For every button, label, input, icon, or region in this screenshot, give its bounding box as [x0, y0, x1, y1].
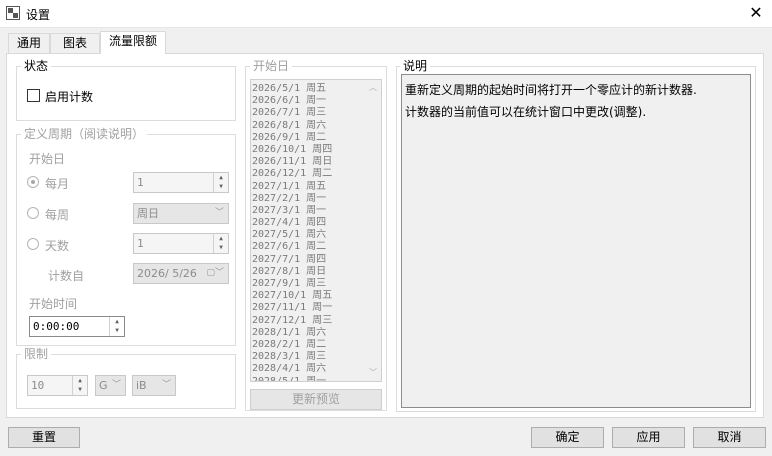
- unit-prefix-select[interactable]: G ﹀: [95, 375, 126, 396]
- status-group-title: 状态: [21, 59, 52, 73]
- weekly-radio[interactable]: [27, 207, 39, 219]
- period-group-title: 定义周期（阅读说明）: [21, 127, 148, 141]
- preview-list-item: 2026/8/1 周六: [252, 119, 327, 131]
- weekday-value: 周日: [137, 207, 159, 220]
- preview-list-item: 2026/12/1 周二: [252, 168, 333, 180]
- preview-list-item: 2027/2/1 周一: [252, 192, 327, 204]
- days-input[interactable]: 1 ▲ ▼: [133, 233, 229, 254]
- monthly-day-value: 1: [137, 176, 144, 189]
- preview-list-item: 2026/9/1 周二: [252, 131, 327, 143]
- limit-value-input[interactable]: 10 ▲ ▼: [27, 375, 88, 396]
- days-stepper[interactable]: ▲ ▼: [213, 234, 228, 253]
- apply-button[interactable]: 应用: [612, 427, 685, 448]
- chevron-down-icon: ﹀: [111, 380, 121, 390]
- title-bar: 设置 ✕: [0, 0, 772, 28]
- monthly-day-input[interactable]: 1 ▲ ▼: [133, 172, 229, 193]
- limit-value: 10: [31, 379, 45, 392]
- preview-list-item: 2027/10/1 周五: [252, 290, 333, 302]
- tab-chart[interactable]: 图表: [50, 33, 100, 53]
- unit-prefix-value: G: [99, 379, 108, 392]
- preview-list-item: 2027/1/1 周五: [252, 180, 327, 192]
- reset-button[interactable]: 重置: [8, 427, 80, 448]
- preview-list-item: 2026/10/1 周四: [252, 143, 333, 155]
- start-time-stepper[interactable]: ▲ ▼: [109, 317, 124, 336]
- preview-list-item: 2027/12/1 周三: [252, 314, 333, 326]
- preview-list-item: 2026/5/1 周五: [252, 83, 327, 94]
- preview-list-item: 2026/6/1 周一: [252, 95, 327, 107]
- start-day-preview-list[interactable]: 2026/5/1 周五 2026/6/1 周一 2026/7/1 周三 2026/8/…: [250, 79, 382, 382]
- update-preview-button[interactable]: 更新预览: [250, 389, 382, 410]
- chevron-down-icon: ﹀: [214, 208, 224, 218]
- days-radio[interactable]: [27, 238, 39, 250]
- enable-count-label: 启用计数: [45, 90, 94, 104]
- preview-list-item: 2027/9/1 周三: [252, 278, 327, 289]
- preview-list-item: 2027/8/1 周日: [252, 265, 327, 277]
- preview-list-item: 2027/3/1 周一: [252, 204, 327, 216]
- scroll-down-icon[interactable]: ﹀: [367, 367, 379, 379]
- enable-count-checkbox[interactable]: [27, 89, 40, 102]
- preview-list-item: 2027/7/1 周四: [252, 253, 327, 265]
- unit-suffix-select[interactable]: iB ﹀: [132, 375, 176, 396]
- preview-list-item: 2027/4/1 周四: [252, 217, 327, 229]
- start-time-value: 0:00:00: [33, 320, 80, 333]
- preview-items: 2026/5/1 周五 2026/6/1 周一 2026/7/1 周三 2026/8/…: [252, 83, 367, 382]
- limit-group-title: 限制: [21, 347, 52, 361]
- start-time-input[interactable]: 0:00:00 ▲ ▼: [29, 316, 125, 337]
- monthly-label: 每月: [45, 177, 70, 191]
- preview-list-item: 2026/7/1 周三: [252, 107, 327, 119]
- tab-traffic-limit[interactable]: 流量限额: [100, 31, 166, 54]
- preview-scrollbar[interactable]: ︿ ﹀: [365, 80, 381, 381]
- preview-list-item: 2027/5/1 周六: [252, 229, 327, 241]
- preview-group-title: 开始日: [250, 59, 293, 73]
- cancel-button[interactable]: 取消: [693, 427, 766, 448]
- tab-general[interactable]: 通用: [8, 33, 50, 53]
- monthly-radio[interactable]: [27, 176, 39, 188]
- count-from-date-picker[interactable]: 2026/ 5/26 ▢﹀: [133, 263, 229, 284]
- unit-suffix-value: iB: [136, 379, 147, 392]
- ok-button[interactable]: 确定: [531, 427, 604, 448]
- close-icon[interactable]: ✕: [746, 2, 766, 24]
- calendar-icon: ▢﹀: [206, 268, 224, 278]
- start-time-label: 开始时间: [29, 297, 78, 311]
- preview-list-item: 2027/6/1 周二: [252, 241, 327, 253]
- start-day-label: 开始日: [29, 152, 66, 166]
- app-icon: [6, 6, 20, 20]
- monthly-day-stepper[interactable]: ▲ ▼: [213, 173, 228, 192]
- preview-list-item: 2028/5/1 周一: [252, 375, 327, 382]
- weekday-select[interactable]: 周日 ﹀: [133, 203, 229, 224]
- preview-list-item: 2028/3/1 周三: [252, 351, 327, 363]
- description-text: 重新定义周期的起始时间将打开一个零应计的新计数器. 计数器的当前值可以在统计窗口…: [401, 74, 751, 408]
- preview-list-item: 2028/4/1 周六: [252, 363, 327, 375]
- limit-value-stepper[interactable]: ▲ ▼: [72, 376, 87, 395]
- preview-list-item: 2028/1/1 周六: [252, 326, 327, 338]
- days-label: 天数: [45, 239, 70, 253]
- preview-list-item: 2028/2/1 周二: [252, 338, 327, 350]
- description-line: 重新定义周期的起始时间将打开一个零应计的新计数器.: [405, 83, 697, 97]
- preview-list-item: 2026/11/1 周日: [252, 156, 333, 168]
- description-group-title: 说明: [400, 59, 431, 73]
- preview-list-item: 2027/11/1 周一: [252, 302, 333, 314]
- count-from-label: 计数自: [48, 269, 85, 283]
- count-from-value: 2026/ 5/26: [137, 267, 197, 280]
- days-value: 1: [137, 237, 144, 250]
- scroll-up-icon[interactable]: ︿: [367, 82, 379, 94]
- weekly-label: 每周: [45, 208, 70, 222]
- description-line: 计数器的当前值可以在统计窗口中更改(调整).: [405, 105, 647, 119]
- window-title: 设置: [26, 8, 51, 22]
- chevron-down-icon: ﹀: [161, 380, 171, 390]
